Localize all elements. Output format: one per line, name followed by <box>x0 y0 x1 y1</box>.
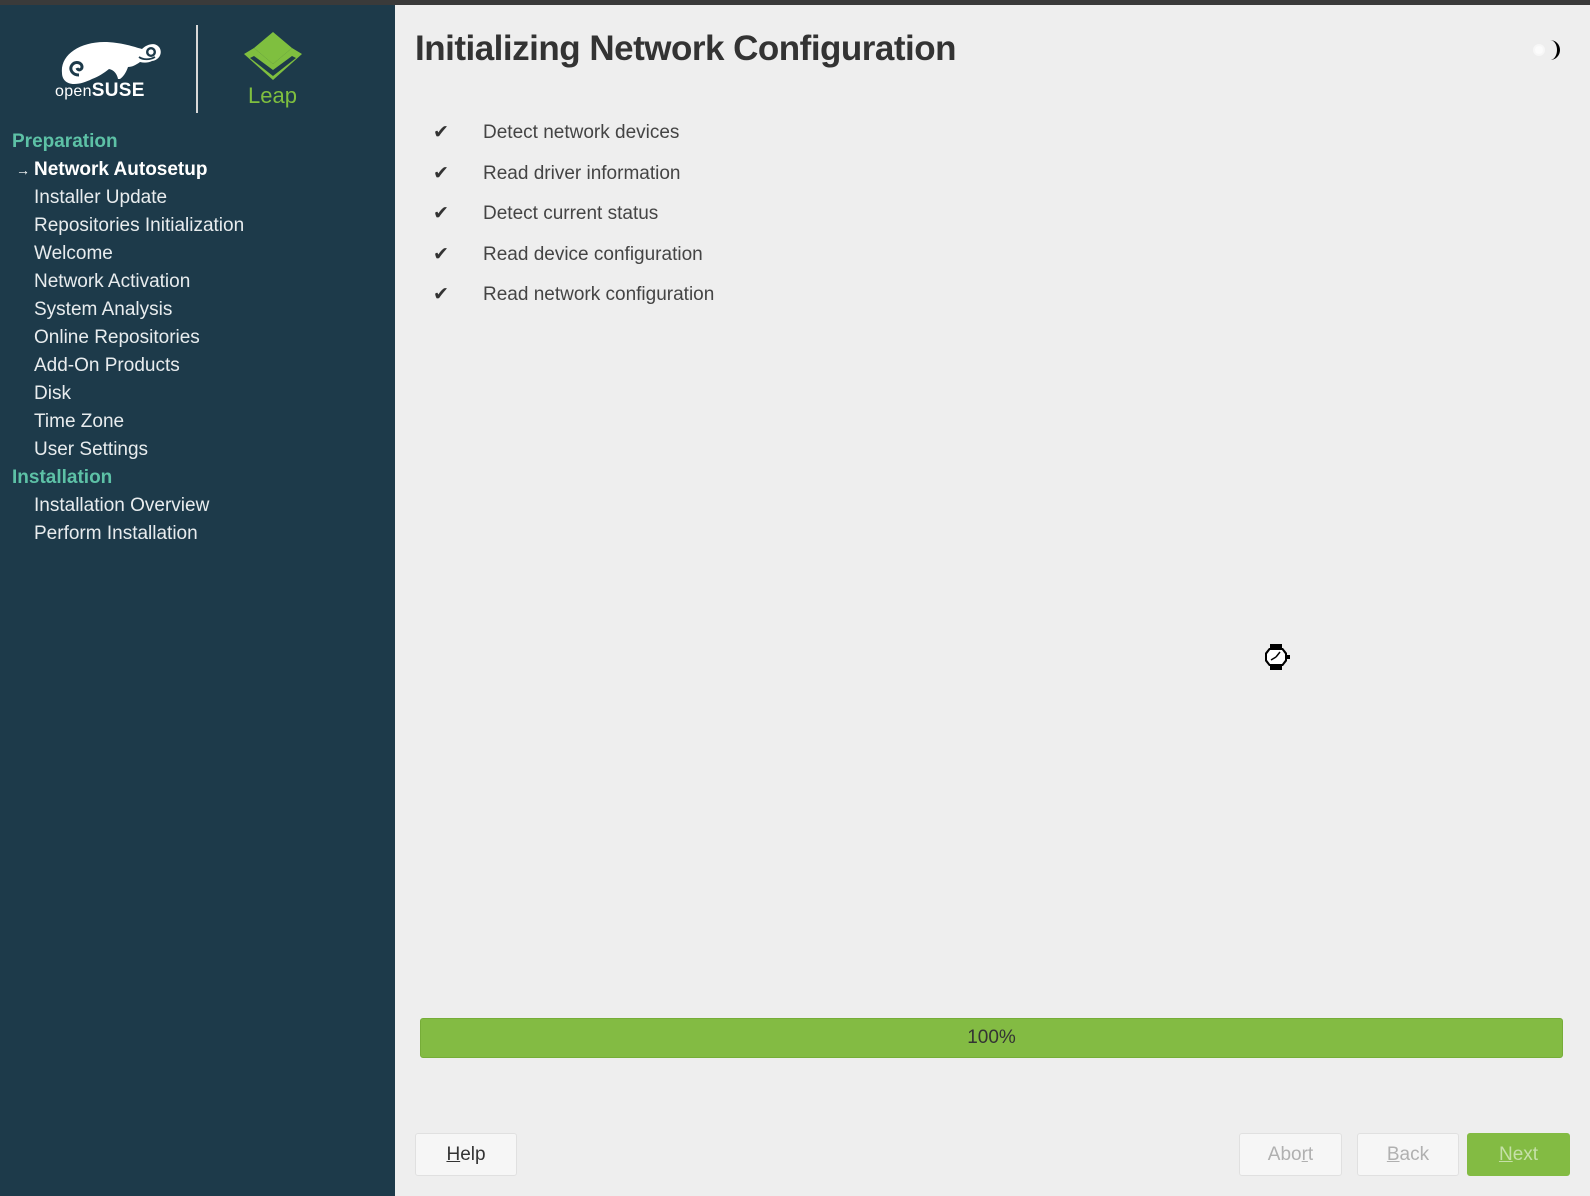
nav-item-network-activation: Network Activation <box>34 271 191 292</box>
nav-item-time-zone: Time Zone <box>34 411 125 432</box>
nav-section-preparation: Preparation <box>12 131 118 152</box>
wordmark-open: open <box>55 83 92 100</box>
step-label: Detect current status <box>483 203 659 224</box>
checkmark-icon: ✔ <box>433 162 449 184</box>
main-content: Initializing Network Configuration ✔ Det… <box>395 5 1590 1196</box>
step-label: Read driver information <box>483 162 681 184</box>
checkmark-icon: ✔ <box>433 203 449 224</box>
abort-label-rest: t <box>1307 1144 1314 1165</box>
abort-label-pre: Abo <box>1267 1144 1302 1165</box>
nav-item-system-analysis: System Analysis <box>34 299 173 320</box>
step-label: Read network configuration <box>483 284 715 305</box>
next-label-rest: ext <box>1512 1144 1539 1165</box>
nav-item-welcome: Welcome <box>34 243 113 264</box>
nav-section-installation: Installation <box>12 467 113 488</box>
logo-divider <box>196 25 198 113</box>
moon-icon[interactable] <box>1525 35 1565 65</box>
sidebar: openSUSE Leap Preparation → Network Auto… <box>0 5 395 1196</box>
nav-item-perform-installation: Perform Installation <box>34 523 198 544</box>
nav-item-repositories-initialization: Repositories Initialization <box>34 215 245 236</box>
progress-percent-label: 100% <box>967 1027 1016 1048</box>
step-label: Read device configuration <box>483 243 703 265</box>
nav-item-network-autosetup: → Network Autosetup <box>0 156 395 184</box>
nav-item-disk: Disk <box>34 383 71 404</box>
leap-logo-icon <box>244 32 302 80</box>
checkmark-icon: ✔ <box>433 122 449 143</box>
installation-steps-nav: Preparation → Network Autosetup Installe… <box>0 128 395 548</box>
help-button[interactable]: Help <box>415 1133 517 1176</box>
nav-item-installer-update: Installer Update <box>34 187 168 208</box>
back-mnemonic: B <box>1386 1144 1400 1165</box>
nav-item-add-on-products: Add-On Products <box>34 355 180 376</box>
back-button[interactable]: Back <box>1357 1133 1459 1176</box>
next-button[interactable]: Next <box>1467 1133 1570 1176</box>
opensuse-wordmark: openSUSE <box>55 80 145 102</box>
nav-item-label: Network Autosetup <box>34 159 208 180</box>
page-title: Initializing Network Configuration <box>415 29 957 68</box>
next-mnemonic: N <box>1498 1144 1513 1165</box>
leap-wordmark: Leap <box>248 83 297 108</box>
nav-item-user-settings: User Settings <box>34 439 149 460</box>
step-label: Detect network devices <box>483 122 680 143</box>
help-label-rest: elp <box>460 1144 486 1165</box>
abort-button[interactable]: Abort <box>1239 1133 1342 1176</box>
checkmark-icon: ✔ <box>433 243 449 265</box>
back-label-rest: ack <box>1399 1144 1430 1165</box>
help-mnemonic: H <box>446 1144 461 1165</box>
nav-item-installation-overview: Installation Overview <box>34 495 210 516</box>
current-step-arrow-icon: → <box>16 162 30 178</box>
wordmark-suse: SUSE <box>91 80 145 101</box>
logo-area: openSUSE Leap <box>0 5 395 125</box>
busy-watch-cursor-icon <box>1265 644 1290 670</box>
checkmark-icon: ✔ <box>433 284 449 305</box>
progress-bar: 100% <box>420 1018 1563 1058</box>
nav-item-online-repositories: Online Repositories <box>34 327 200 348</box>
